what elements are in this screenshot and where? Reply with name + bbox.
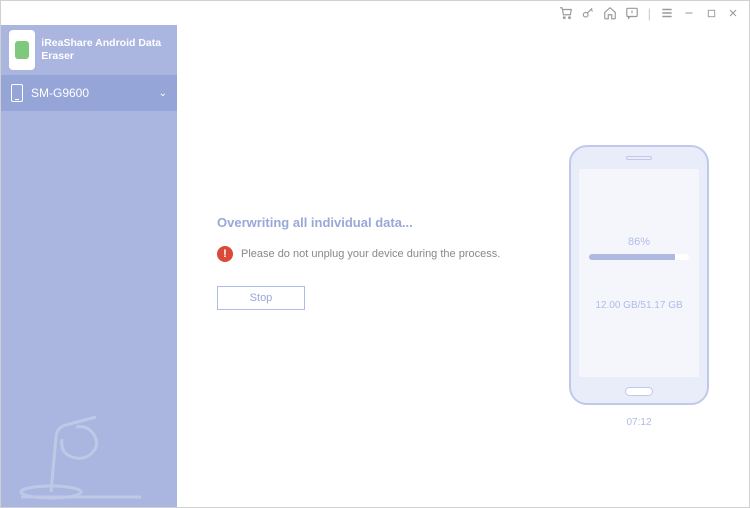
brand: iReaShare Android Data Eraser (1, 25, 177, 75)
progress-percent: 86% (628, 236, 650, 248)
brand-text: iReaShare Android Data Eraser (41, 37, 169, 62)
title-bar: | (1, 1, 749, 25)
device-name: SM-G9600 (31, 86, 89, 100)
separator: | (648, 6, 651, 21)
key-icon[interactable] (580, 5, 596, 21)
status-title: Overwriting all individual data... (217, 215, 539, 230)
brand-icon (9, 30, 35, 70)
phone-home-button (625, 387, 653, 396)
status-column: Overwriting all individual data... ! Ple… (197, 45, 549, 487)
elapsed-time: 07:12 (626, 417, 651, 428)
phone-illustration: 86% 12.00 GB/51.17 GB (569, 145, 709, 405)
content: Overwriting all individual data... ! Ple… (197, 45, 729, 487)
maximize-button[interactable] (703, 5, 719, 21)
watermark-icon (1, 377, 177, 507)
minimize-button[interactable] (681, 5, 697, 21)
home-icon[interactable] (602, 5, 618, 21)
chevron-down-icon: ⌄ (159, 88, 167, 99)
app-body: iReaShare Android Data Eraser SM-G9600 ⌄… (1, 25, 749, 507)
sidebar: iReaShare Android Data Eraser SM-G9600 ⌄ (1, 25, 177, 507)
warning-icon: ! (217, 246, 233, 262)
warning-text: Please do not unplug your device during … (241, 248, 500, 260)
warning-row: ! Please do not unplug your device durin… (217, 246, 539, 262)
device-selector[interactable]: SM-G9600 ⌄ (1, 75, 177, 111)
device-column: 86% 12.00 GB/51.17 GB 07:12 (549, 45, 729, 487)
phone-speaker (626, 156, 652, 160)
menu-icon[interactable] (659, 5, 675, 21)
phone-icon (11, 84, 23, 102)
progress-bar (589, 254, 689, 260)
main-panel: Overwriting all individual data... ! Ple… (177, 25, 749, 507)
phone-screen: 86% 12.00 GB/51.17 GB (579, 169, 699, 377)
storage-text: 12.00 GB/51.17 GB (595, 300, 682, 311)
stop-button[interactable]: Stop (217, 286, 305, 310)
cart-icon[interactable] (558, 5, 574, 21)
progress-fill (589, 254, 675, 260)
feedback-icon[interactable] (624, 5, 640, 21)
close-button[interactable] (725, 5, 741, 21)
app-window: | iReaShare Android Data Eraser SM-G9600… (0, 0, 750, 508)
